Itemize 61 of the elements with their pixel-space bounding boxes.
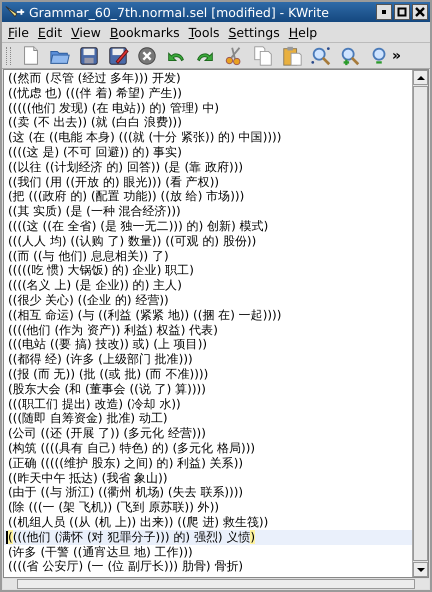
code-line: ((我们 (用 ((开放 的) 眼光))) (看 产权)): [8, 174, 220, 190]
clipboard-icon[interactable]: [281, 44, 303, 66]
code-line: ((而 ((与 他们) 息息相关)) 了): [8, 248, 169, 264]
code-line: (这 (在 ((电能 本身) (((就 (十分 紧张)) 的) 中国)))): [8, 130, 282, 145]
code-line: ((其 实质) (是 (一种 混合经济))): [8, 204, 181, 219]
pen-icon: [4, 4, 26, 20]
code-line: ((((他们 (作为 资产)) 利益) 权益) 代表): [8, 322, 218, 338]
code-line: (((人人 均) ((认购 了) 数量)) ((可观 的) 股份)): [8, 234, 256, 249]
code-line: ((((他们 (满怀 (对 犯罪分子))) 的) 强烈) 义愤): [8, 530, 256, 544]
code-line: ((昨天中午 抵达) (我省 象山)): [8, 470, 168, 486]
code-line: ((以往 ((计划经济 的) 回答)) (是 (靠 政府))): [8, 160, 244, 175]
code-line: ((((这 ((在 全省) (是 独一无二))) 的) 创新) 模式): [8, 218, 268, 234]
menu-item[interactable]: Tools: [188, 24, 220, 40]
floppy-pencil-icon[interactable]: [107, 44, 129, 66]
window-title: Grammar_60_7th.normal.sel [modified] - KWrite: [29, 4, 330, 20]
code-line: (((电站 ((要 搞) 技改)) 或) (上 项目)): [8, 337, 208, 352]
code-line: ((很少 关心) ((企业 的) 经营)): [8, 292, 169, 308]
maximize-button[interactable]: [394, 4, 410, 20]
up-arrow-icon: [416, 74, 424, 80]
menu-item[interactable]: View: [71, 24, 101, 40]
code-line: (由于 ((与 浙江) ((衢州 机场) (失去 联系)))): [8, 485, 244, 500]
text-cursor: [6, 530, 8, 544]
code-line: (((((吃 惯) 大锅饭) 的) 企业) 职工): [8, 263, 194, 278]
code-line: (((((他们 发现) (在 电站)) 的) 管理) 中): [8, 100, 220, 116]
code-line: ((((省 公安厅) (一 (位 副厅长))) 肋骨) 骨折): [8, 559, 244, 574]
code-line: (许多 (干警 ((通宵达旦 地) 工作))): [8, 544, 193, 560]
minimize-icon: [379, 7, 389, 17]
down-arrow-icon: [416, 566, 424, 572]
code-line: ((然而 (尽管 (经过 多年))) 开发): [8, 71, 181, 86]
close-button[interactable]: [412, 4, 428, 20]
toolbar-handle[interactable]: [6, 46, 11, 64]
code-line: ((((这 是) (不可 回避)) 的) 事实): [8, 144, 182, 160]
code-line: ((((名义 上) (是 企业)) 的) 主人): [8, 278, 182, 293]
minimize-button[interactable]: [376, 4, 392, 20]
code-line: (构筑 ((((具有 自己) 特色) 的) (多元化 格局))): [8, 440, 256, 456]
code-line: ((都得 经) (许多 (上级部门 批准))): [8, 352, 193, 367]
code-line: ((相互 命运) (与 ((利益 (紧紧 地)) ((捆 在) 一起)))): [8, 308, 282, 323]
menu-item[interactable]: File: [8, 24, 29, 40]
menu-item[interactable]: Edit: [38, 24, 62, 40]
maximize-icon: [397, 7, 407, 17]
toolbar-overflow-button[interactable]: »: [392, 48, 402, 64]
magnifier-icon[interactable]: [310, 44, 332, 66]
code-line: (((随即 自筹资金) 批准) 动工): [8, 411, 168, 426]
code-line: (除 (((一 (架 飞机)) (飞到 原苏联)) 外)): [8, 500, 220, 515]
code-line: ((机组人员 ((从 (机 上)) 出来)) ((爬 进) 救生筏)): [8, 514, 268, 530]
code-line: ((报 (而 无)) (批 ((或 批) (而 不准)))): [8, 366, 208, 382]
code-line: ((忧虑 也) (((伴 着) 希望) 产生)): [8, 86, 182, 101]
code-line: (股东大会 (和 (董事会 ((说 了) 算)))): [8, 382, 206, 397]
menu-item[interactable]: Settings: [228, 24, 280, 40]
code-line: (公司 ((还 (开展 了)) (多元化 经营))): [8, 426, 206, 441]
code-line: ((卖 (不 出去)) (就 (白白 浪费))): [8, 115, 182, 130]
menu-item[interactable]: Help: [288, 24, 318, 40]
scroll-up-button[interactable]: [413, 70, 428, 85]
code-line: (正确 (((((维护 股东) 之间) 的) 利益) 关系)): [8, 456, 244, 471]
close-icon: [415, 7, 425, 17]
code-line: (((职工们 提出) 改造) (冷却 水)): [8, 396, 181, 412]
close-circle-icon[interactable]: [136, 44, 158, 66]
copy-documents-icon[interactable]: [252, 44, 274, 66]
code-line: (把 (((政府 的) (配置 功能)) ((放 给) 市场))): [8, 189, 244, 204]
scroll-down-button[interactable]: [413, 562, 428, 577]
menu-item[interactable]: Bookmarks: [110, 24, 180, 40]
